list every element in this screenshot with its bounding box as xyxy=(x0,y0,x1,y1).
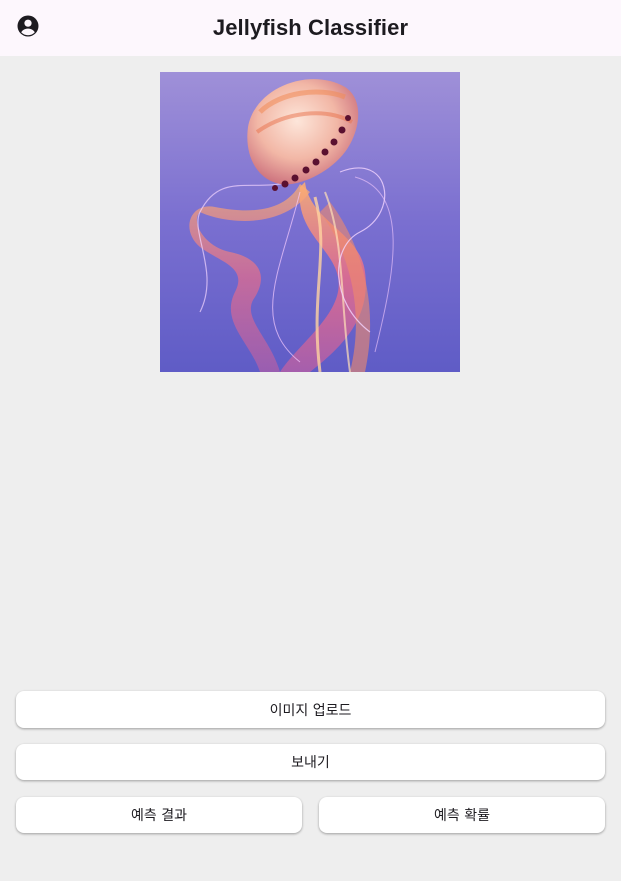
account-circle-icon xyxy=(16,14,40,42)
account-button[interactable] xyxy=(14,14,42,42)
app-bar: Jellyfish Classifier xyxy=(0,0,621,56)
app-title: Jellyfish Classifier xyxy=(212,15,409,40)
app-root: Jellyfish Classifier 이미지 업로드 보내기 예측 결과 예… xyxy=(0,0,621,881)
send-button[interactable]: 보내기 xyxy=(16,744,605,780)
upload-image-button[interactable]: 이미지 업로드 xyxy=(16,691,605,728)
jellyfish-preview-image xyxy=(160,72,460,372)
jellyfish-image-art xyxy=(160,72,460,372)
prediction-probability-button[interactable]: 예측 확률 xyxy=(319,797,605,833)
prediction-result-button[interactable]: 예측 결과 xyxy=(16,797,302,833)
